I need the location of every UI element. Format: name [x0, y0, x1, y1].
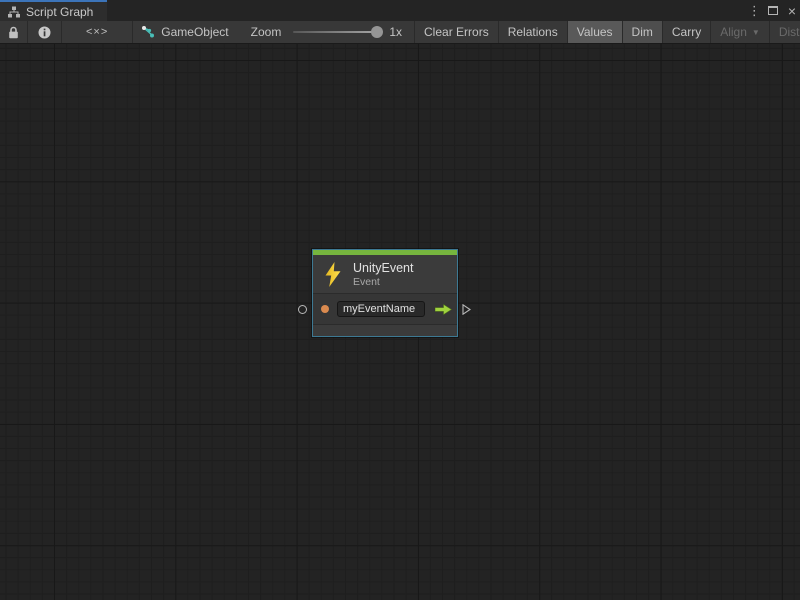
node-port-row: [313, 294, 457, 324]
carry-label: Carry: [672, 25, 701, 39]
zoom-slider-handle[interactable]: [371, 26, 383, 38]
code-view-button[interactable]: <×>: [62, 21, 133, 43]
values-toggle[interactable]: Values: [568, 21, 623, 43]
kebab-menu-icon[interactable]: ⋮: [748, 3, 758, 19]
graph-target[interactable]: GameObject: [133, 21, 238, 43]
graph-hierarchy-icon: [8, 6, 20, 18]
node-header[interactable]: UnityEvent Event: [313, 255, 457, 293]
relations-toggle[interactable]: Relations: [499, 21, 568, 43]
info-button[interactable]: [28, 21, 62, 43]
graph-canvas[interactable]: UnityEvent Event: [0, 44, 800, 600]
script-graph-window: Script Graph ⋮ ×: [0, 0, 800, 600]
close-icon[interactable]: ×: [788, 4, 796, 18]
relations-label: Relations: [508, 25, 558, 39]
carry-toggle[interactable]: Carry: [663, 21, 711, 43]
dim-toggle[interactable]: Dim: [623, 21, 663, 43]
align-label: Align: [720, 25, 747, 39]
maximize-icon[interactable]: [768, 6, 778, 15]
info-icon: [38, 26, 51, 39]
distribute-dropdown: Distribute ▼: [770, 21, 800, 43]
lightning-bolt-icon: [324, 262, 342, 287]
event-name-field[interactable]: [337, 301, 425, 317]
zoom-label: Zoom: [251, 25, 282, 39]
zoom-slider[interactable]: [293, 31, 381, 33]
zoom-value: 1x: [389, 25, 402, 39]
tab-label: Script Graph: [26, 5, 93, 19]
code-icon: <×>: [86, 26, 108, 38]
node-input-port-icon[interactable]: [298, 305, 307, 314]
graph-target-label: GameObject: [161, 25, 228, 39]
script-graph-icon: [141, 26, 155, 38]
node-subtitle: Event: [353, 276, 413, 288]
graph-toolbar: <×> GameObject Zoom 1x Clear Erro: [0, 21, 800, 44]
chevron-down-icon: ▼: [752, 28, 760, 37]
tab-bar: Script Graph ⋮ ×: [0, 0, 800, 21]
unity-event-node[interactable]: UnityEvent Event: [312, 249, 458, 337]
clear-errors-label: Clear Errors: [424, 25, 489, 39]
dim-label: Dim: [632, 25, 653, 39]
value-port-icon[interactable]: [321, 305, 329, 313]
values-label: Values: [577, 25, 613, 39]
window-controls: ⋮ ×: [748, 0, 796, 21]
distribute-label: Distribute: [779, 25, 800, 39]
lock-button[interactable]: [0, 21, 28, 43]
tab-script-graph[interactable]: Script Graph: [0, 0, 107, 21]
flow-arrow-icon[interactable]: [435, 304, 452, 315]
lock-icon: [8, 26, 19, 39]
zoom-control: Zoom 1x: [239, 21, 415, 43]
node-title: UnityEvent: [353, 261, 413, 276]
node-footer: [313, 325, 457, 336]
node-output-port-icon[interactable]: [462, 304, 471, 315]
clear-errors-button[interactable]: Clear Errors: [415, 21, 499, 43]
align-dropdown: Align ▼: [711, 21, 770, 43]
